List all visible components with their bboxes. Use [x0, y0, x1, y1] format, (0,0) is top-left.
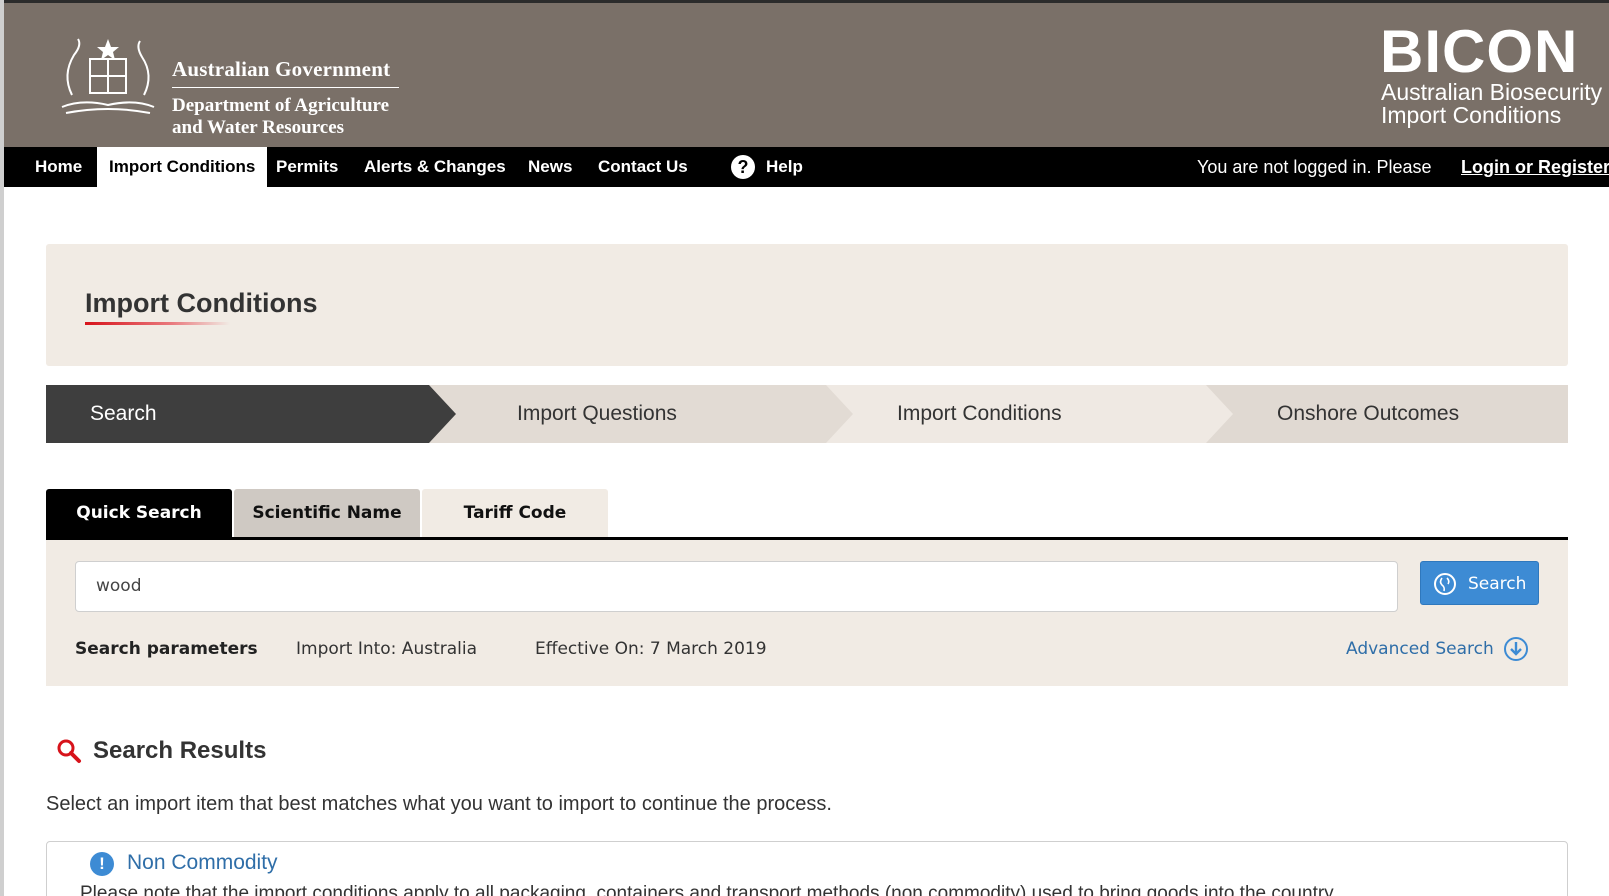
step-onshore-outcomes[interactable]: Onshore Outcomes: [1186, 385, 1568, 443]
import-into-value: Import Into: Australia: [296, 639, 478, 659]
nav-news[interactable]: News: [528, 147, 572, 187]
login-status-text: You are not logged in. Please: [1197, 157, 1432, 177]
nav-contact-us[interactable]: Contact Us: [598, 147, 688, 187]
main-nav: Home Import Conditions Permits Alerts & …: [4, 147, 1609, 187]
nav-help[interactable]: Help: [766, 147, 803, 187]
page-title: Import Conditions: [85, 288, 318, 318]
login-register-link[interactable]: Login or Register: [1461, 147, 1609, 187]
exclamation-circle-icon: !: [90, 852, 114, 876]
tab-quick-search[interactable]: Quick Search: [46, 489, 232, 537]
step-label: Search: [90, 402, 157, 425]
result-card-text: Please note that the import conditions a…: [80, 883, 1338, 896]
magnifier-icon: [57, 739, 81, 763]
step-label: Import Questions: [517, 402, 677, 425]
results-title: Search Results: [93, 737, 267, 764]
search-tabs: Quick Search Scientific Name Tariff Code: [46, 489, 1568, 540]
step-search[interactable]: Search: [46, 385, 456, 443]
results-description: Select an import item that best matches …: [46, 793, 832, 815]
search-panel: wood Search Search parameters Import Int…: [46, 540, 1568, 686]
tab-tariff-code[interactable]: Tariff Code: [422, 489, 608, 537]
progress-steps: Search Import Questions Import Condition…: [46, 385, 1568, 443]
nav-home[interactable]: Home: [35, 147, 82, 187]
nav-alerts-changes[interactable]: Alerts & Changes: [364, 147, 506, 187]
search-button[interactable]: Search: [1420, 561, 1539, 605]
arrow-down-circle-icon[interactable]: [1503, 636, 1529, 662]
nav-permits[interactable]: Permits: [276, 147, 338, 187]
step-label: Import Conditions: [897, 402, 1062, 425]
tab-scientific-name[interactable]: Scientific Name: [234, 489, 420, 537]
nav-import-conditions[interactable]: Import Conditions: [97, 147, 268, 187]
gov-title: Australian Government: [172, 57, 391, 81]
page-title-panel: Import Conditions: [46, 244, 1568, 366]
search-params-label: Search parameters: [75, 639, 258, 659]
result-card[interactable]: ! Non Commodity Please note that the imp…: [46, 841, 1568, 896]
search-input[interactable]: wood: [75, 561, 1398, 612]
effective-on-value: Effective On: 7 March 2019: [535, 639, 767, 659]
dept-name-line1: Department of Agriculture: [172, 95, 390, 116]
result-card-title[interactable]: Non Commodity: [127, 851, 278, 875]
step-import-questions[interactable]: Import Questions: [426, 385, 853, 443]
gov-divider: [172, 87, 399, 88]
site-header: Australian Government Department of Agri…: [4, 3, 1609, 147]
search-button-label: Search: [1468, 574, 1527, 594]
coat-of-arms-icon: [61, 38, 155, 114]
app-logo-title[interactable]: BICON: [1380, 17, 1578, 86]
step-label: Onshore Outcomes: [1277, 402, 1460, 425]
question-circle-icon[interactable]: ?: [731, 155, 755, 179]
dept-name-line2: and Water Resources: [172, 117, 345, 138]
advanced-search-link[interactable]: Advanced Search: [1346, 639, 1494, 659]
step-import-conditions[interactable]: Import Conditions: [806, 385, 1233, 443]
globe-search-icon: [1434, 573, 1456, 595]
title-underline: [85, 322, 230, 325]
app-subtitle-line2: Import Conditions: [1381, 102, 1562, 128]
